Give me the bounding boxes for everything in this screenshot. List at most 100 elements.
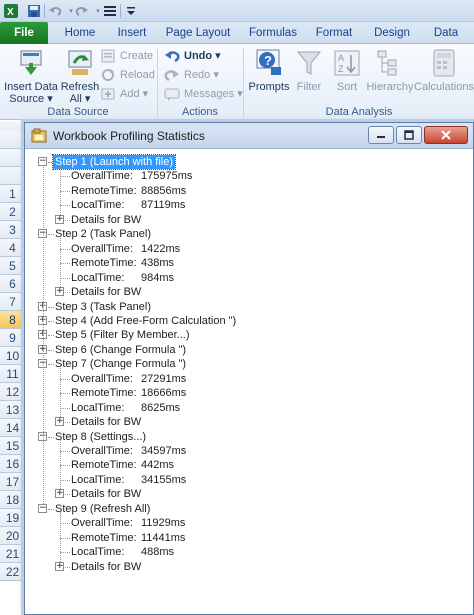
messages-button[interactable]: Messages ▾ bbox=[164, 85, 243, 103]
add-button[interactable]: Add ▾ bbox=[100, 85, 148, 103]
tree-step-node[interactable]: Step 4 (Add Free-Form Calculation ") bbox=[33, 314, 453, 328]
row-header[interactable]: 5 bbox=[0, 257, 26, 275]
tab-insert[interactable]: Insert bbox=[110, 22, 154, 44]
row-header[interactable]: 1 bbox=[0, 185, 26, 203]
details-label[interactable]: Details for BW bbox=[71, 560, 141, 574]
expand-toggle-icon[interactable]: + bbox=[55, 489, 64, 499]
tree-step-node[interactable]: Step 2 (Task Panel) bbox=[33, 227, 453, 241]
sort-label: Sort bbox=[336, 81, 358, 93]
tree-step-node[interactable]: Step 1 (Launch with file) bbox=[33, 154, 453, 170]
step-label[interactable]: Step 6 (Change Formula ") bbox=[53, 343, 188, 357]
step-label[interactable]: Step 2 (Task Panel) bbox=[53, 227, 153, 241]
tree-connector bbox=[65, 292, 70, 294]
create-button[interactable]: Create bbox=[100, 47, 153, 65]
tree-step-node[interactable]: Step 9 (Refresh All) bbox=[33, 502, 453, 516]
redo-label: Redo ▾ bbox=[184, 69, 219, 81]
step-label[interactable]: Step 4 (Add Free-Form Calculation ") bbox=[53, 314, 238, 328]
tree-connector bbox=[60, 537, 70, 539]
insert-data-source-button[interactable]: Insert Data Source ▾ bbox=[4, 47, 58, 105]
customize-toolbar-icon[interactable] bbox=[123, 3, 139, 19]
expand-toggle-icon[interactable]: + bbox=[55, 287, 64, 297]
minimize-button[interactable] bbox=[368, 126, 394, 144]
undo-button[interactable]: Undo ▾ bbox=[164, 47, 221, 65]
step-label[interactable]: Step 7 (Change Formula ") bbox=[53, 357, 188, 371]
row-header[interactable]: 17 bbox=[0, 473, 26, 491]
close-button[interactable] bbox=[424, 126, 468, 144]
step-label[interactable]: Step 8 (Settings...) bbox=[53, 430, 148, 444]
collapse-toggle-icon[interactable]: − bbox=[38, 503, 47, 513]
tree-step-node[interactable]: Step 5 (Filter By Member...) bbox=[33, 328, 453, 342]
expand-toggle-icon[interactable]: + bbox=[55, 561, 64, 571]
reload-button[interactable]: Reload bbox=[100, 66, 155, 84]
row-header[interactable]: 12 bbox=[0, 383, 26, 401]
step-label[interactable]: Step 1 (Launch with file) bbox=[51, 154, 177, 170]
details-label[interactable]: Details for BW bbox=[71, 487, 141, 501]
row-header[interactable]: 13 bbox=[0, 401, 26, 419]
tree-connector bbox=[60, 407, 70, 409]
hierarchy-button[interactable]: Hierarchy bbox=[366, 47, 414, 93]
row-header[interactable]: 2 bbox=[0, 203, 26, 221]
row-header[interactable]: 3 bbox=[0, 221, 26, 239]
row-header[interactable]: 6 bbox=[0, 275, 26, 293]
row-header[interactable]: 18 bbox=[0, 491, 26, 509]
row-header[interactable]: 15 bbox=[0, 437, 26, 455]
filter-button[interactable]: Filter bbox=[292, 47, 326, 93]
step-label[interactable]: Step 5 (Filter By Member...) bbox=[53, 328, 191, 342]
tree-step-node[interactable]: Step 3 (Task Panel) bbox=[33, 300, 453, 314]
prompts-button[interactable]: ? Prompts bbox=[248, 47, 290, 93]
tab-home[interactable]: Home bbox=[58, 22, 102, 44]
tree-connector bbox=[60, 367, 61, 418]
tab-design[interactable]: Design bbox=[366, 22, 418, 44]
maximize-button[interactable] bbox=[396, 126, 422, 144]
tree-step-node[interactable]: Step 8 (Settings...) bbox=[33, 430, 453, 444]
step-label[interactable]: Step 9 (Refresh All) bbox=[53, 502, 152, 516]
tab-file[interactable]: File bbox=[0, 22, 48, 44]
redo-button[interactable]: Redo ▾ bbox=[164, 66, 219, 84]
row-header[interactable]: 16 bbox=[0, 455, 26, 473]
expand-toggle-icon[interactable]: + bbox=[55, 214, 64, 224]
dialog-title-bar[interactable]: Workbook Profiling Statistics bbox=[25, 123, 473, 149]
metric-value: 34155ms bbox=[141, 473, 187, 486]
collapse-toggle-icon[interactable]: − bbox=[38, 157, 47, 166]
row-header[interactable]: 7 bbox=[0, 293, 26, 311]
metric-name: RemoteTime: bbox=[71, 459, 137, 472]
tree-step-node[interactable]: Step 7 (Change Formula ") bbox=[33, 357, 453, 371]
row-header[interactable]: 14 bbox=[0, 419, 26, 437]
row-header[interactable]: 8 bbox=[0, 311, 26, 329]
row-header[interactable]: 22 bbox=[0, 563, 26, 581]
calculations-button[interactable]: Calculations bbox=[414, 47, 474, 93]
row-header[interactable]: 19 bbox=[0, 509, 26, 527]
tree-step-node[interactable]: Step 6 (Change Formula ") bbox=[33, 343, 453, 357]
tab-page-layout[interactable]: Page Layout bbox=[162, 22, 234, 44]
format-lines-icon[interactable] bbox=[102, 3, 118, 19]
refresh-all-button[interactable]: Refresh All ▾ bbox=[60, 47, 100, 105]
row-header[interactable]: 20 bbox=[0, 527, 26, 545]
tree-connector bbox=[48, 234, 54, 236]
row-header[interactable]: 11 bbox=[0, 365, 26, 383]
undo-icon[interactable] bbox=[47, 3, 63, 19]
row-header[interactable]: 10 bbox=[0, 347, 26, 365]
metric-value: 8625ms bbox=[141, 401, 181, 414]
tab-formulas[interactable]: Formulas bbox=[244, 22, 302, 44]
tab-format[interactable]: Format bbox=[310, 22, 358, 44]
row-header-hidden bbox=[0, 149, 26, 167]
details-label[interactable]: Details for BW bbox=[71, 285, 141, 299]
metric-name: OverallTime: bbox=[71, 517, 133, 530]
metric-value: 175975ms bbox=[141, 170, 193, 183]
metric-name: RemoteTime: bbox=[71, 531, 137, 544]
row-header[interactable]: 21 bbox=[0, 545, 26, 563]
row-header[interactable]: 9 bbox=[0, 329, 26, 347]
tab-data[interactable]: Data bbox=[426, 22, 466, 44]
metric-row: RemoteTime: 11441ms bbox=[33, 531, 333, 545]
tree-connector bbox=[65, 422, 70, 424]
redo-icon[interactable] bbox=[74, 3, 90, 19]
details-label[interactable]: Details for BW bbox=[71, 415, 141, 429]
expand-toggle-icon[interactable]: + bbox=[55, 417, 64, 427]
row-header[interactable]: 4 bbox=[0, 239, 26, 257]
details-label[interactable]: Details for BW bbox=[71, 213, 141, 227]
sort-button[interactable]: AZ Sort bbox=[330, 47, 364, 93]
save-icon[interactable] bbox=[26, 3, 42, 19]
excel-app-icon[interactable]: X bbox=[3, 3, 19, 19]
step-label[interactable]: Step 3 (Task Panel) bbox=[53, 300, 153, 314]
profiling-tree[interactable]: Step 1 (Launch with file) − OverallTime: 17… bbox=[33, 154, 467, 610]
